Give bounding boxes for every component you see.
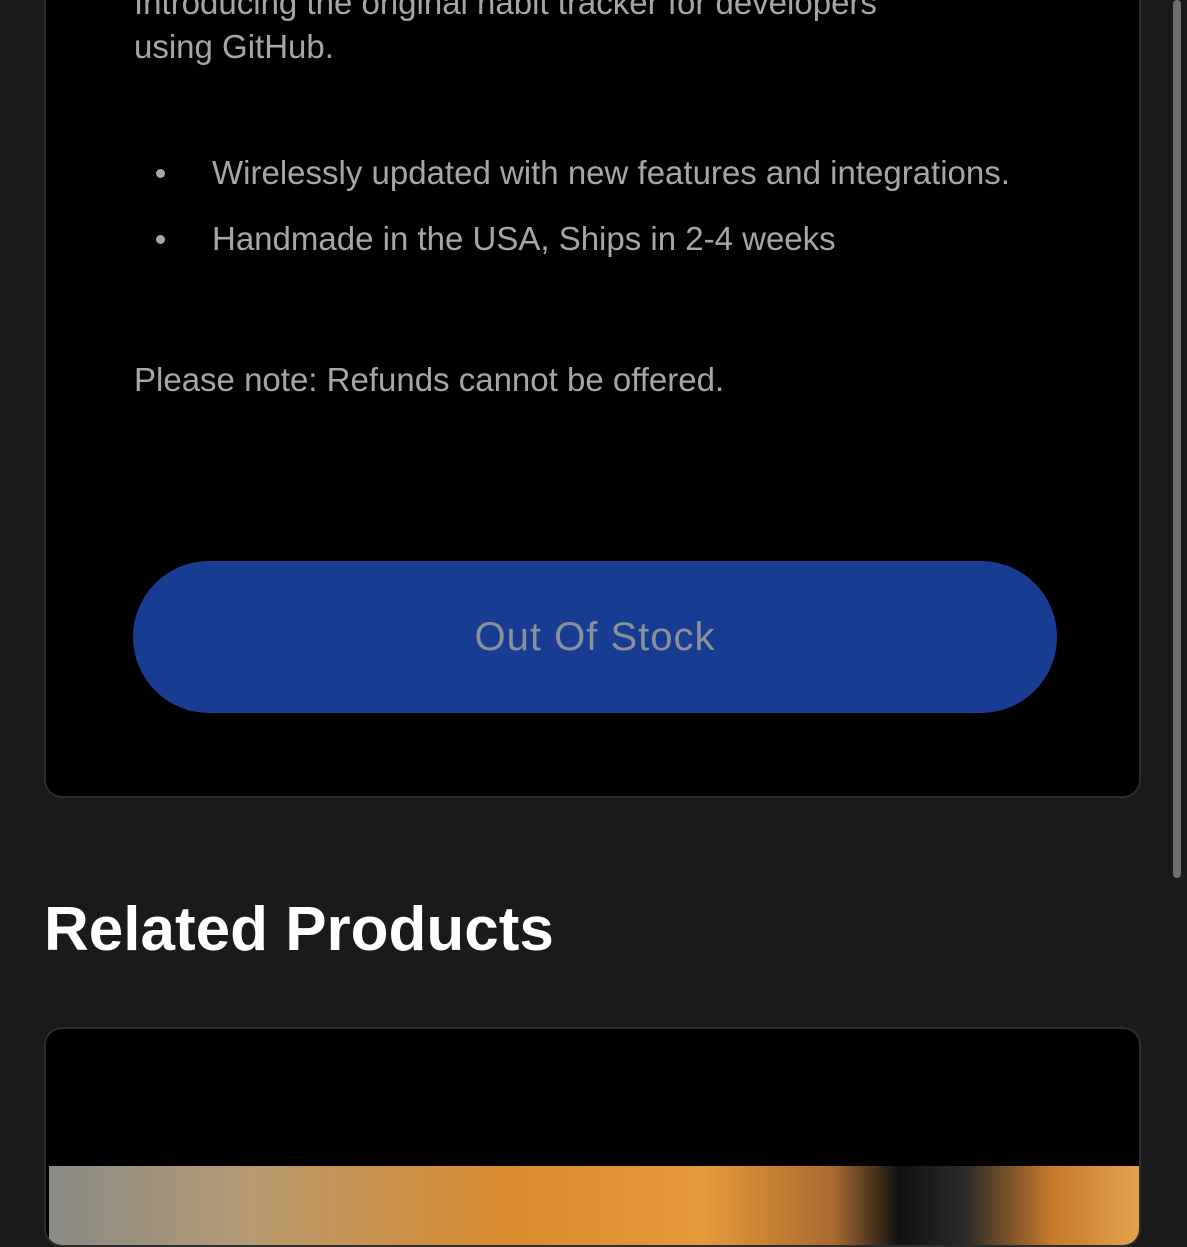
feature-list: Wirelessly updated with new features and… bbox=[134, 150, 1034, 282]
feature-text: Handmade in the USA, Ships in 2-4 weeks bbox=[212, 220, 836, 257]
bullet-icon bbox=[156, 169, 165, 178]
related-product-card[interactable] bbox=[44, 1027, 1141, 1247]
product-description-line: using GitHub. bbox=[134, 28, 334, 65]
feature-item: Handmade in the USA, Ships in 2-4 weeks bbox=[134, 216, 1034, 262]
scrollbar[interactable] bbox=[1173, 0, 1181, 878]
feature-item: Wirelessly updated with new features and… bbox=[134, 150, 1034, 196]
out-of-stock-button[interactable]: Out Of Stock bbox=[133, 561, 1057, 713]
product-details-card: Introducing the original habit tracker f… bbox=[44, 0, 1141, 798]
refund-note: Please note: Refunds cannot be offered. bbox=[134, 361, 725, 398]
related-products-heading: Related Products bbox=[44, 895, 554, 964]
related-product-image[interactable] bbox=[49, 1166, 1139, 1245]
bullet-icon bbox=[156, 235, 165, 244]
feature-text: Wirelessly updated with new features and… bbox=[212, 154, 1010, 191]
product-description-top-line: Introducing the original habit tracker f… bbox=[134, 0, 877, 21]
